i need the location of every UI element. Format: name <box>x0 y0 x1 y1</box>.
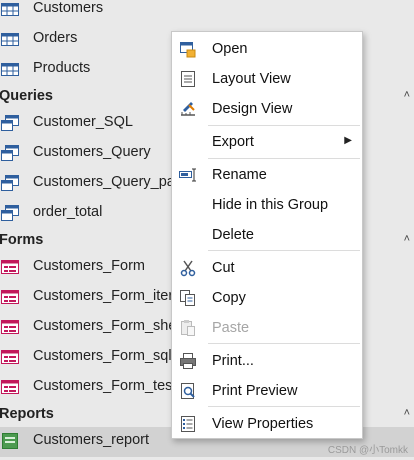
menu-item-copy[interactable]: Copy <box>172 283 362 313</box>
menu-item-label: Print... <box>212 353 254 369</box>
watermark: CSDN @小Tomkk <box>327 445 408 456</box>
nav-item-label: Customers_Form_test <box>33 378 177 394</box>
menu-item-label: Cut <box>212 260 235 276</box>
menu-item-design-view[interactable]: Design View <box>172 94 362 124</box>
menu-item-label: Rename <box>212 167 267 183</box>
group-label: Forms <box>0 232 44 248</box>
nav-item-table[interactable]: Customers <box>0 0 414 25</box>
query-icon <box>1 115 19 131</box>
submenu-arrow-icon: ▶ <box>344 135 352 146</box>
menu-separator <box>208 158 360 159</box>
menu-separator <box>208 250 360 251</box>
nav-item-label: Orders <box>33 30 78 46</box>
form-icon <box>1 349 19 365</box>
menu-item-hide-in-group[interactable]: Hide in this Group <box>172 190 362 220</box>
form-icon <box>1 259 19 275</box>
menu-item-open[interactable]: Open <box>172 34 362 64</box>
menu-item-label: View Properties <box>212 416 314 432</box>
menu-item-paste: Paste <box>172 313 362 343</box>
menu-item-print[interactable]: Print... <box>172 346 362 376</box>
nav-item-label: Customers_Query <box>33 144 151 160</box>
menu-item-label: Copy <box>212 290 246 306</box>
chevron-up-icon[interactable]: ˄ <box>404 89 410 101</box>
scissors-icon <box>178 258 198 278</box>
nav-item-label: Products <box>33 60 91 76</box>
table-icon <box>1 1 19 17</box>
nav-item-label: order_total <box>33 204 103 220</box>
menu-item-label: Layout View <box>212 71 291 87</box>
chevron-up-icon[interactable]: ˄ <box>404 233 410 245</box>
menu-item-label: Delete <box>212 227 254 243</box>
report-icon <box>1 433 19 449</box>
menu-item-label: Paste <box>212 320 250 336</box>
menu-separator <box>208 343 360 344</box>
menu-item-export[interactable]: Export ▶ <box>172 127 362 157</box>
group-label: Queries <box>0 88 53 104</box>
query-icon <box>1 205 19 221</box>
properties-icon <box>178 414 198 434</box>
menu-item-view-properties[interactable]: View Properties <box>172 409 362 439</box>
group-label: Reports <box>0 406 54 422</box>
nav-item-label: Customers_Form_sqli <box>33 348 175 364</box>
nav-item-label: Customers_Query_pa <box>33 174 175 190</box>
table-icon <box>1 31 19 47</box>
query-icon <box>1 145 19 161</box>
menu-item-label: Export <box>212 134 254 150</box>
layout-view-icon <box>178 69 198 89</box>
menu-item-label: Open <box>212 41 248 57</box>
nav-item-label: Customer_SQL <box>33 114 133 130</box>
menu-separator <box>208 406 360 407</box>
rename-icon <box>178 165 198 185</box>
form-icon <box>1 289 19 305</box>
menu-item-label: Print Preview <box>212 383 298 399</box>
nav-item-label: Customers <box>33 0 104 16</box>
menu-separator <box>208 125 360 126</box>
copy-icon <box>178 288 198 308</box>
query-icon <box>1 175 19 191</box>
open-icon <box>178 39 198 59</box>
menu-item-cut[interactable]: Cut <box>172 253 362 283</box>
form-icon <box>1 319 19 335</box>
menu-item-delete[interactable]: Delete <box>172 220 362 250</box>
nav-item-label: Customers_report <box>33 432 150 448</box>
menu-item-label: Design View <box>212 101 293 117</box>
nav-item-label: Customers_Form <box>33 258 145 274</box>
printer-icon <box>178 351 198 371</box>
print-preview-icon <box>178 381 198 401</box>
form-icon <box>1 379 19 395</box>
menu-item-layout-view[interactable]: Layout View <box>172 64 362 94</box>
menu-item-print-preview[interactable]: Print Preview <box>172 376 362 406</box>
nav-item-label: Customers_Form_iter <box>33 288 174 304</box>
chevron-up-icon[interactable]: ˄ <box>404 407 410 419</box>
menu-item-label: Hide in this Group <box>212 197 329 213</box>
context-menu: Open Layout View Design View Export ▶ Re… <box>171 31 363 439</box>
table-icon <box>1 61 19 77</box>
menu-item-rename[interactable]: Rename <box>172 160 362 190</box>
paste-icon <box>178 318 198 338</box>
design-view-icon <box>178 99 198 119</box>
nav-item-label: Customers_Form_she <box>33 318 177 334</box>
